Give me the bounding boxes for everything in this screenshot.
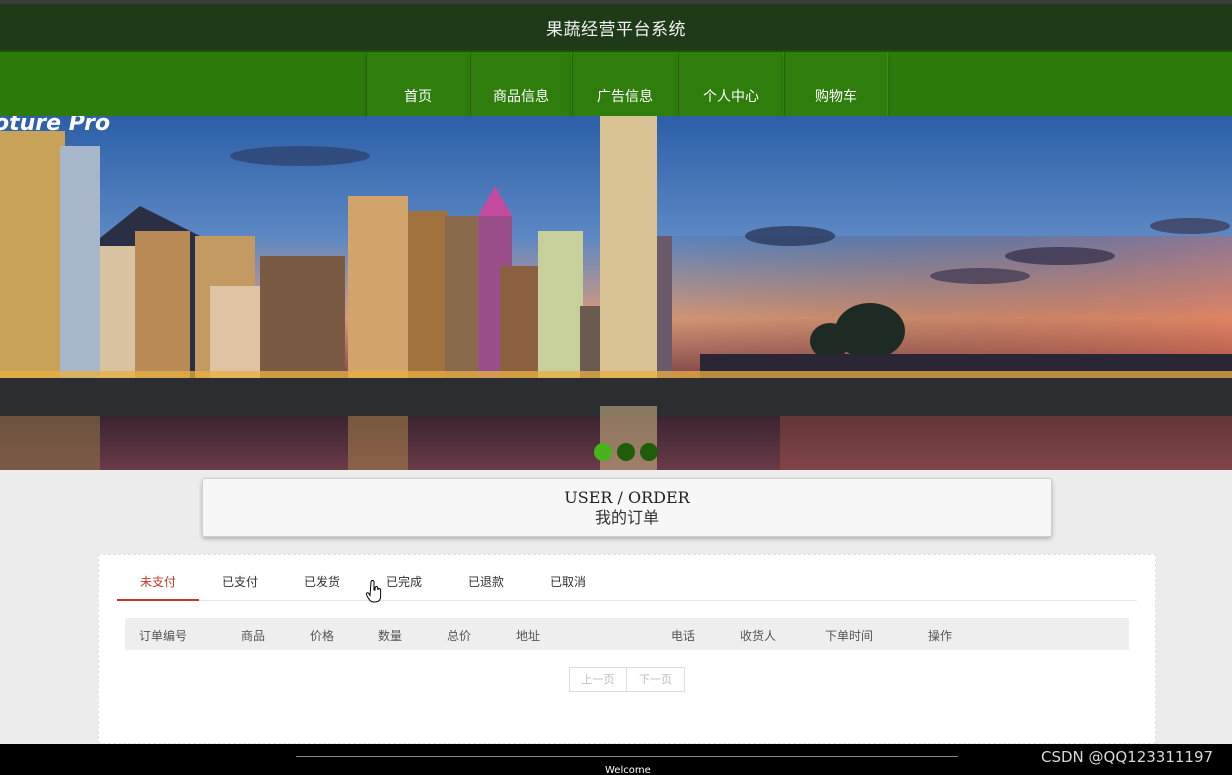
site-header: 果蔬经营平台系统 (0, 0, 1232, 50)
nav-item-profile[interactable]: 个人中心 (678, 52, 784, 118)
footer-welcome-text: Welcome (605, 765, 651, 775)
order-status-tabs: 未支付 已支付 已发货 已完成 已退款 已取消 (117, 567, 1137, 601)
hand-cursor-icon (365, 580, 382, 608)
footer-divider (296, 756, 958, 757)
city-skyline-image: oture Pro (0, 116, 1232, 470)
column-address: 地址 (516, 629, 541, 643)
column-order-time: 下单时间 (825, 629, 874, 643)
order-section-heading: USER / ORDER 我的订单 (202, 478, 1052, 537)
nav-item-ads[interactable]: 广告信息 (572, 52, 678, 118)
order-panel: 未支付 已支付 已发货 已完成 已退款 已取消 订单编号 商品 价格 数量 总价… (98, 554, 1156, 744)
site-footer: Welcome CSDN @QQ123311197 (0, 744, 1232, 775)
site-title: 果蔬经营平台系统 (546, 19, 686, 40)
nav-item-cart[interactable]: 购物车 (784, 52, 888, 118)
carousel-dot-3[interactable] (640, 443, 658, 461)
column-price: 价格 (310, 629, 335, 643)
order-table-header: 订单编号 商品 价格 数量 总价 地址 电话 收货人 下单时间 操作 (125, 618, 1129, 650)
column-receiver: 收货人 (740, 629, 777, 643)
column-actions: 操作 (928, 629, 953, 643)
nav-item-home[interactable]: 首页 (366, 52, 470, 118)
column-total: 总价 (447, 629, 472, 643)
main-nav: 首页 商品信息 广告信息 个人中心 购物车 (0, 50, 1232, 118)
hero-banner[interactable]: oture Pro (0, 116, 1232, 470)
column-phone: 电话 (671, 629, 696, 643)
prev-page-button[interactable]: 上一页 (569, 667, 627, 692)
next-page-button[interactable]: 下一页 (627, 667, 685, 692)
watermark-text: CSDN @QQ123311197 (1041, 748, 1214, 766)
column-order-number: 订单编号 (139, 629, 188, 643)
tab-paid[interactable]: 已支付 (199, 567, 281, 601)
column-product: 商品 (241, 629, 266, 643)
carousel-dot-1[interactable] (594, 443, 612, 461)
nav-item-products[interactable]: 商品信息 (470, 52, 572, 118)
order-title-en: USER / ORDER (564, 488, 690, 507)
tab-refunded[interactable]: 已退款 (445, 567, 527, 601)
banner-logo-text: oture Pro (0, 116, 110, 136)
order-title-cn: 我的订单 (594, 508, 659, 527)
tab-cancelled[interactable]: 已取消 (527, 567, 609, 601)
tab-unpaid[interactable]: 未支付 (117, 567, 199, 601)
column-quantity: 数量 (378, 629, 403, 643)
carousel-dot-2[interactable] (617, 443, 635, 461)
pagination: 上一页 下一页 (569, 667, 685, 692)
carousel-indicators (594, 443, 658, 461)
tab-shipped[interactable]: 已发货 (281, 567, 363, 601)
